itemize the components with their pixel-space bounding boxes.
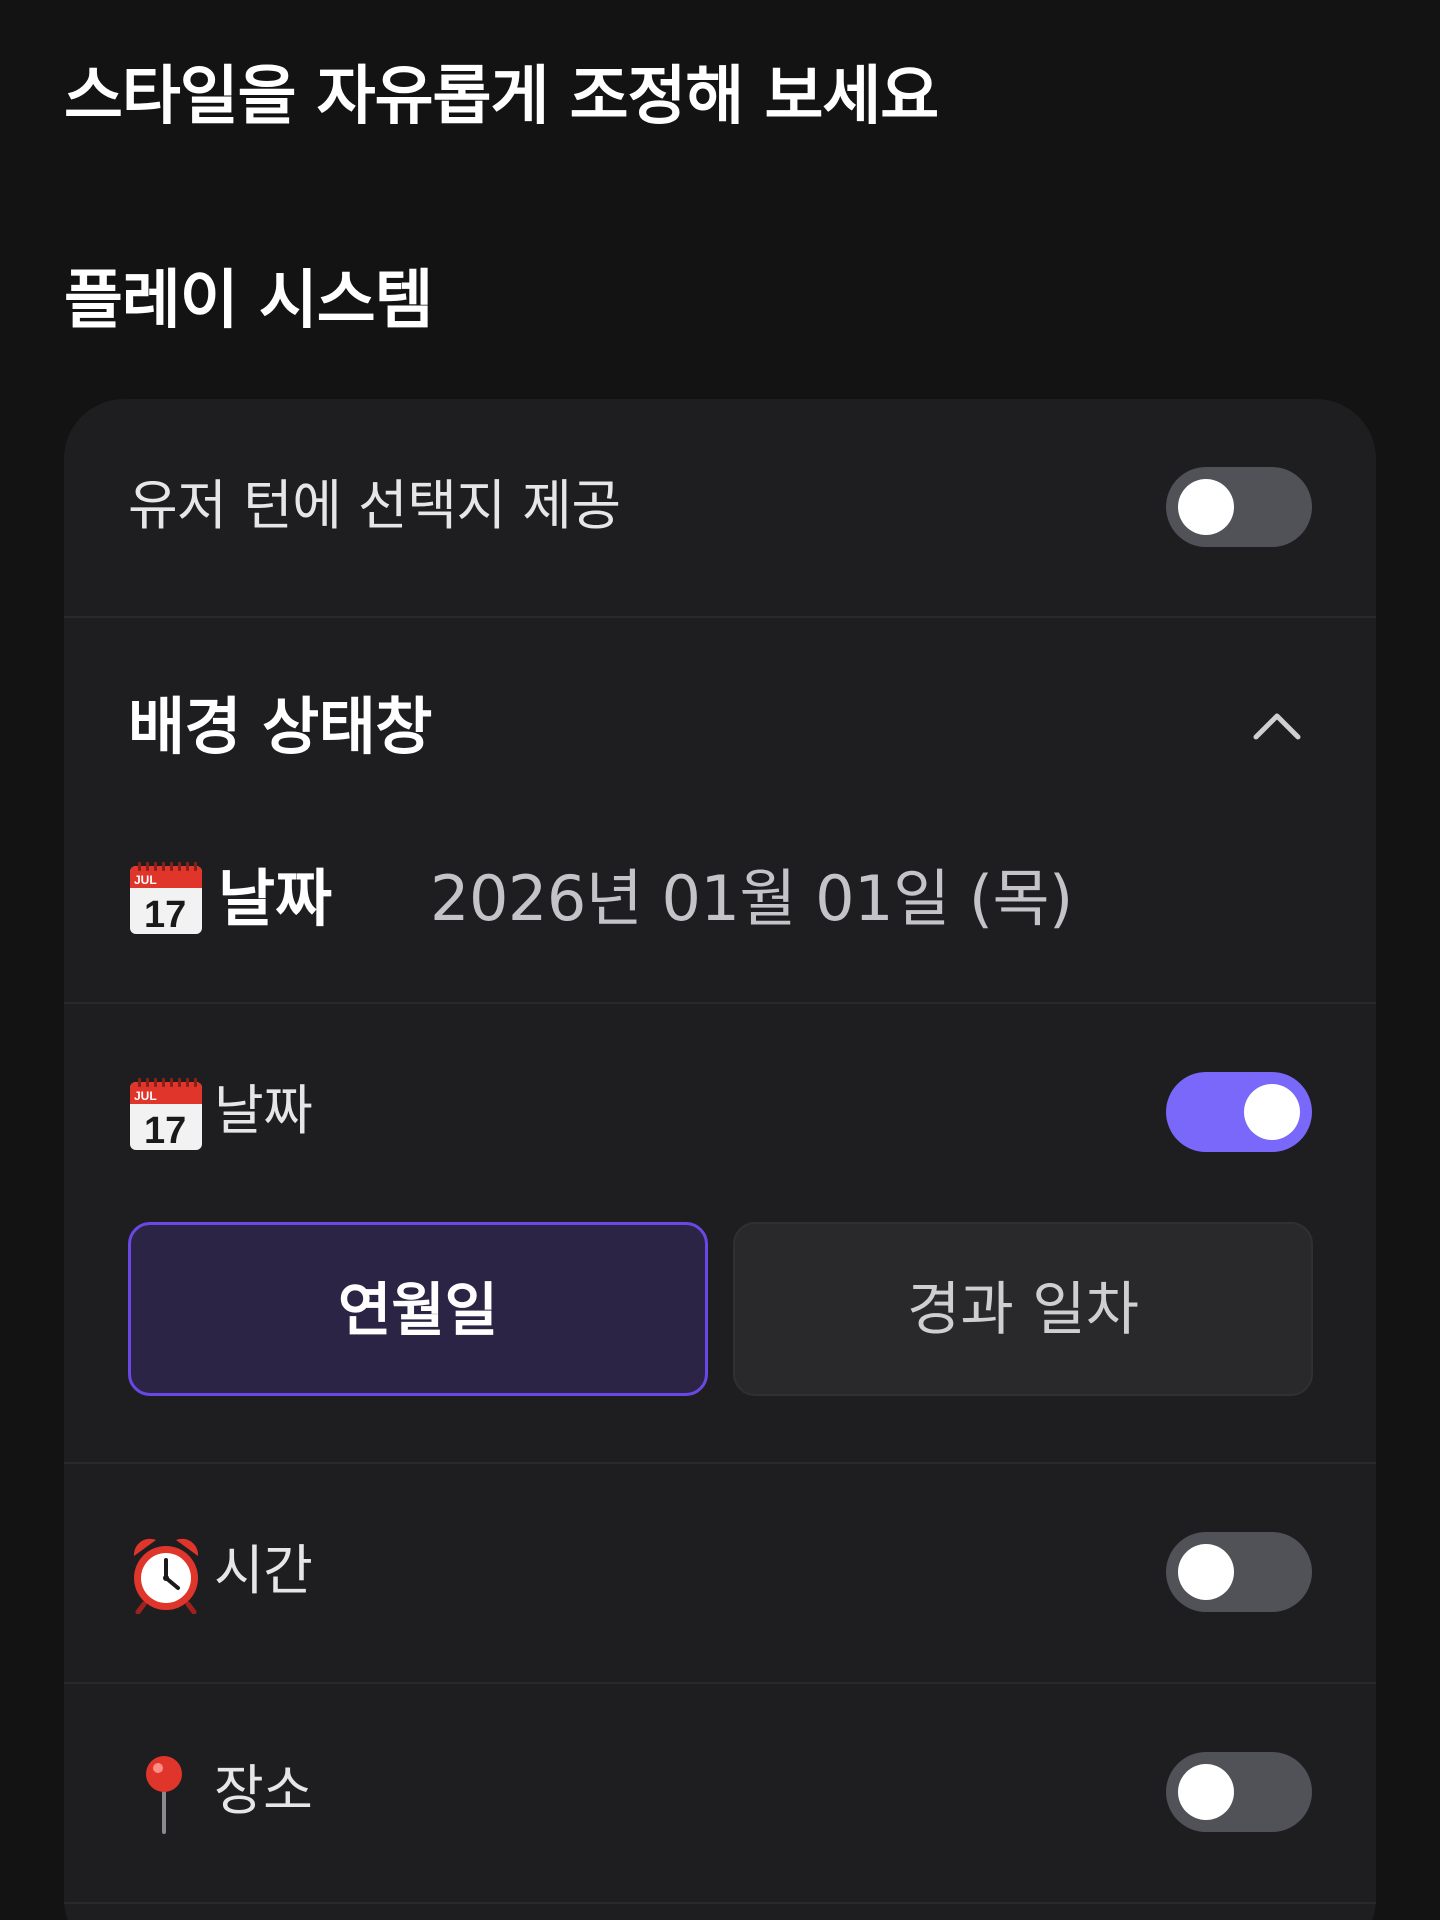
time-label: 시간 [214,1539,313,1602]
toggle-knob [1178,479,1234,535]
toggle-knob [1178,1764,1234,1820]
date-label: 날짜 [214,1079,313,1142]
svg-text:JUL: JUL [134,1089,157,1103]
play-system-card: 유저 턴에 선택지 제공 배경 상태창 JUL 17 날짜 2026년 01월 … [64,399,1376,1920]
place-toggle[interactable] [1166,1752,1312,1832]
page-title: 스타일을 자유롭게 조정해 보세요 [64,60,939,134]
settings-page: 스타일을 자유롭게 조정해 보세요 플레이 시스템 유저 턴에 선택지 제공 배… [0,0,1440,1920]
date-toggle[interactable] [1166,1072,1312,1152]
calendar-icon: JUL 17 [130,1078,202,1152]
user-choices-label: 유저 턴에 선택지 제공 [128,474,621,537]
date-format-option-ymd[interactable]: 연월일 [128,1222,708,1396]
calendar-icon: JUL 17 [130,862,202,936]
alarm-clock-icon [133,1538,199,1614]
round-pushpin-icon [146,1756,182,1834]
divider [64,616,1376,618]
toggle-knob [1178,1544,1234,1600]
status-bar-summary: JUL 17 날짜 2026년 01월 01일 (목) [128,854,1328,944]
place-row: 장소 [64,1684,1376,1902]
chevron-up-icon[interactable] [1252,705,1302,745]
user-choices-row: 유저 턴에 선택지 제공 [64,399,1376,615]
section-title: 플레이 시스템 [64,264,434,338]
place-label: 장소 [214,1759,313,1822]
summary-date-value: 2026년 01월 01일 (목) [430,862,1073,935]
date-row: JUL 17 날짜 [64,1004,1376,1184]
user-choices-toggle[interactable] [1166,467,1312,547]
time-toggle[interactable] [1166,1532,1312,1612]
svg-text:JUL: JUL [134,873,157,887]
divider [64,1902,1376,1904]
svg-text:17: 17 [144,1110,186,1152]
svg-text:17: 17 [144,894,186,936]
status-bar-title[interactable]: 배경 상태창 [128,687,432,767]
time-row: 시간 [64,1464,1376,1682]
summary-label: 날짜 [218,862,333,935]
date-format-option-elapsed[interactable]: 경과 일차 [733,1222,1313,1396]
toggle-knob [1244,1084,1300,1140]
